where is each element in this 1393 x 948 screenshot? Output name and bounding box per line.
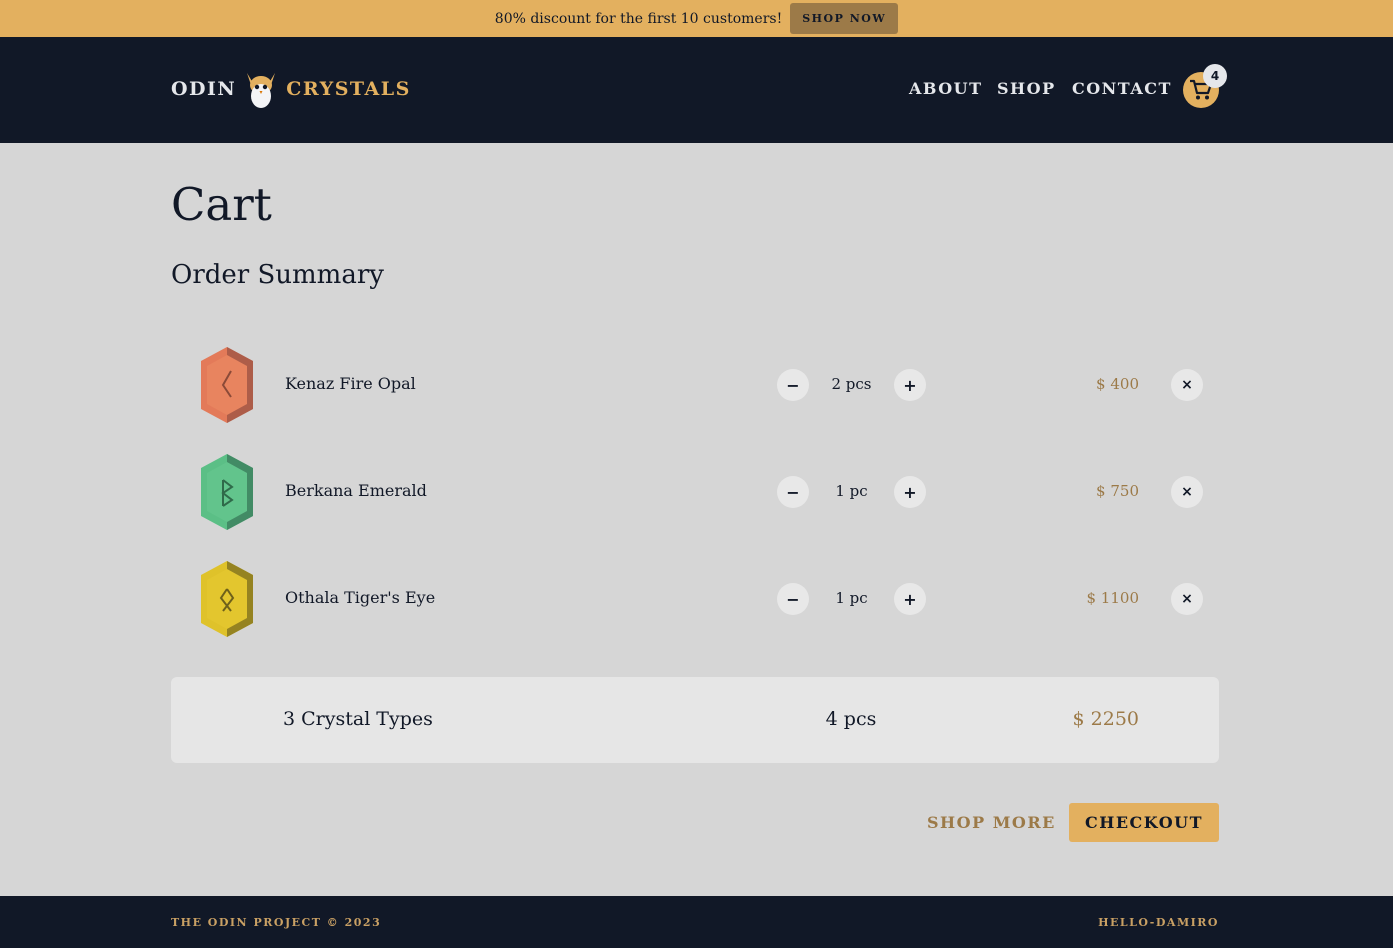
item-quantity: 1 pc [835, 589, 868, 607]
crystal-types-count: 3 Crystal Types [283, 708, 433, 730]
emerald-gem-icon [201, 454, 253, 530]
logo-text-odin: ODIN [171, 78, 237, 100]
nav-shop[interactable]: SHOP [997, 79, 1056, 98]
page-title: Cart [171, 178, 272, 231]
promo-banner: 80% discount for the first 10 customers!… [0, 0, 1393, 37]
shop-more-button[interactable]: SHOP MORE [917, 803, 1066, 842]
checkout-button[interactable]: CHECKOUT [1069, 803, 1219, 842]
order-summary-heading: Order Summary [171, 260, 384, 290]
tigers-eye-gem-icon [201, 561, 253, 637]
remove-item-button[interactable]: × [1171, 369, 1203, 401]
footer-author-link[interactable]: HELLO-DAMIRO [1098, 916, 1219, 929]
item-quantity: 1 pc [835, 482, 868, 500]
site-header: ODIN CRYSTALS ABOUT SHOP CONTACT 4 [0, 37, 1393, 143]
remove-item-button[interactable]: × [1171, 476, 1203, 508]
item-quantity: 2 pcs [831, 375, 872, 393]
item-name: Kenaz Fire Opal [285, 374, 416, 393]
cart-count-badge: 4 [1203, 64, 1227, 88]
viking-owl-icon [247, 73, 276, 108]
item-name: Berkana Emerald [285, 481, 427, 500]
item-price: $ 1100 [1086, 589, 1140, 607]
increase-quantity-button[interactable]: + [894, 583, 926, 615]
decrease-quantity-button[interactable]: − [777, 369, 809, 401]
promo-text: 80% discount for the first 10 customers! [494, 10, 783, 27]
fire-opal-gem-icon [201, 347, 253, 423]
total-price: $ 2250 [1072, 708, 1139, 730]
site-footer: THE ODIN PROJECT © 2023 HELLO-DAMIRO [0, 896, 1393, 948]
cart-item: Kenaz Fire Opal − 2 pcs + $ 400 × [171, 345, 1219, 425]
shop-now-button[interactable]: SHOP NOW [790, 3, 899, 34]
item-name: Othala Tiger's Eye [285, 588, 436, 607]
cart-item: Berkana Emerald − 1 pc + $ 750 × [171, 452, 1219, 532]
order-total-summary: 3 Crystal Types 4 pcs $ 2250 [171, 677, 1219, 763]
nav-about[interactable]: ABOUT [909, 79, 983, 98]
site-logo[interactable]: ODIN CRYSTALS [171, 69, 411, 109]
total-pieces: 4 pcs [825, 708, 877, 730]
cart-item: Othala Tiger's Eye − 1 pc + $ 1100 × [171, 559, 1219, 639]
increase-quantity-button[interactable]: + [894, 369, 926, 401]
decrease-quantity-button[interactable]: − [777, 583, 809, 615]
increase-quantity-button[interactable]: + [894, 476, 926, 508]
footer-copyright: THE ODIN PROJECT © 2023 [171, 916, 382, 929]
remove-item-button[interactable]: × [1171, 583, 1203, 615]
decrease-quantity-button[interactable]: − [777, 476, 809, 508]
logo-text-crystals: CRYSTALS [286, 78, 411, 100]
item-price: $ 750 [1096, 482, 1139, 500]
item-price: $ 400 [1096, 375, 1139, 393]
nav-contact[interactable]: CONTACT [1072, 79, 1172, 98]
